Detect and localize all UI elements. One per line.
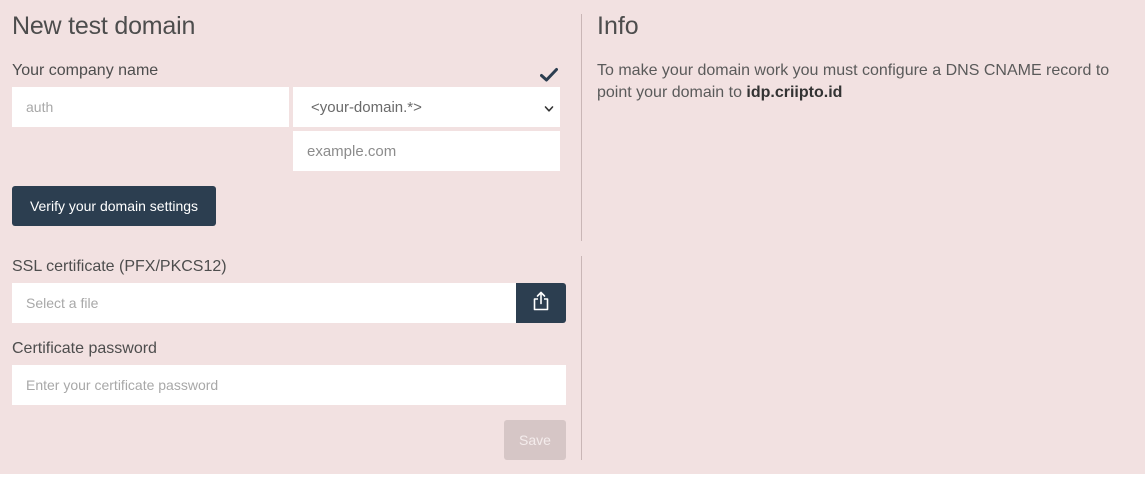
company-name-input[interactable]: auth <box>12 87 289 127</box>
share-upload-icon <box>532 291 550 316</box>
domain-select[interactable]: <your-domain.*> <box>293 87 560 127</box>
info-text: To make your domain work you must config… <box>597 60 1137 104</box>
company-name-label: Your company name <box>12 62 159 79</box>
verify-domain-button[interactable]: Verify your domain settings <box>12 186 216 226</box>
certificate-password-placeholder: Enter your certificate password <box>26 377 219 393</box>
check-icon <box>540 67 558 83</box>
vertical-divider <box>581 256 582 460</box>
domain-select-value: <your-domain.*> <box>311 98 422 116</box>
file-select-input[interactable]: Select a file <box>12 283 516 323</box>
vertical-divider <box>581 14 582 241</box>
upload-file-button[interactable] <box>516 283 566 323</box>
company-name-placeholder: auth <box>26 99 54 115</box>
info-message: To make your domain work you must config… <box>597 62 1110 101</box>
certificate-password-input[interactable]: Enter your certificate password <box>12 365 566 405</box>
file-select-placeholder: Select a file <box>26 295 99 311</box>
certificate-password-label: Certificate password <box>12 340 157 357</box>
custom-domain-input[interactable]: example.com <box>293 131 560 171</box>
domain-panel: New test domain Your company name auth <… <box>0 0 1145 474</box>
page-title: New test domain <box>12 12 196 40</box>
cname-host: idp.criipto.id <box>746 84 843 101</box>
save-button[interactable]: Save <box>504 420 566 460</box>
custom-domain-placeholder: example.com <box>307 142 397 160</box>
info-title: Info <box>597 12 639 40</box>
chevron-down-icon <box>544 101 554 112</box>
ssl-certificate-label: SSL certificate (PFX/PKCS12) <box>12 258 227 275</box>
